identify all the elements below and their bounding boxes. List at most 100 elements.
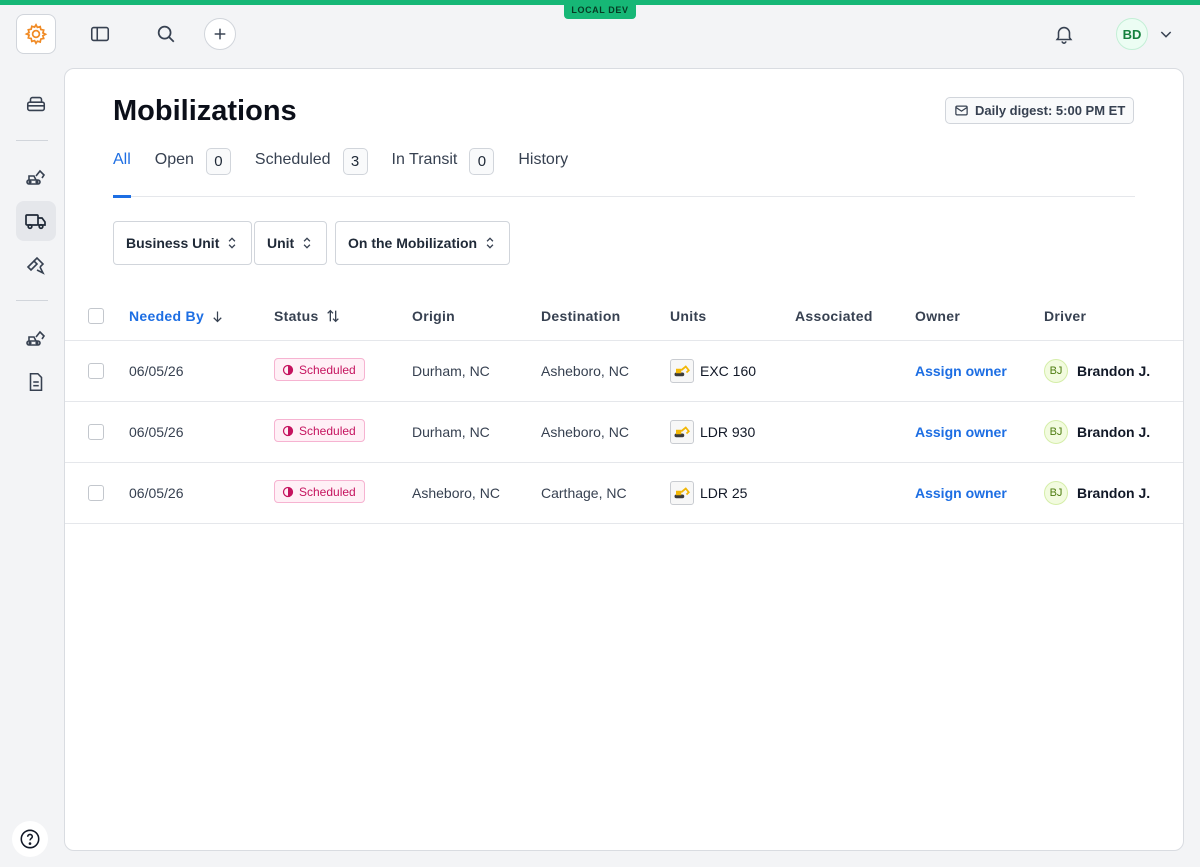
table-header: Needed By Status Origin Destination Unit… [65,291,1183,341]
sidebar-item-documents[interactable] [16,362,56,402]
bell-icon [1055,26,1073,44]
search-icon [157,25,175,43]
document-icon [29,372,43,392]
tab-all[interactable]: All [113,151,131,198]
assign-owner-link[interactable]: Assign owner [915,363,1007,379]
status-label: Scheduled [299,484,356,499]
column-driver[interactable]: Driver [1044,308,1086,324]
sidebar-item-equipment[interactable] [16,157,56,197]
row-checkbox[interactable] [88,363,104,379]
driver-name: Brandon J. [1077,424,1151,440]
page-title: Mobilizations [113,95,297,127]
sidebar-divider [16,140,48,141]
tab-open[interactable]: Open 0 [154,147,231,197]
gear-logo-icon [24,23,48,45]
search-button[interactable] [150,18,182,50]
plus-icon [214,28,226,40]
chevron-up-down-icon [486,237,494,249]
status-badge: Scheduled [274,419,365,442]
daily-digest-label: Daily digest: 5:00 PM ET [975,103,1126,118]
column-label: Needed By [129,308,205,324]
chevron-up-down-icon [228,237,236,249]
arrow-down-icon [213,311,222,322]
table-row[interactable]: 06/05/26 Scheduled Durham, NC Asheboro, … [65,402,1183,463]
chevron-up-down-icon [303,237,311,249]
status-badge: Scheduled [274,480,365,503]
sidebar-divider [16,300,48,301]
column-destination[interactable]: Destination [541,308,621,324]
sidebar-item-mobilizations[interactable] [16,201,56,241]
assign-owner-link[interactable]: Assign owner [915,485,1007,501]
status-label: Scheduled [299,362,356,377]
chevron-down-icon [1160,31,1172,38]
status-tabs: All Open 0 Scheduled 3 In Transit 0 Hist… [113,147,1135,198]
daily-digest-button[interactable]: Daily digest: 5:00 PM ET [945,97,1135,124]
unit-cell[interactable]: LDR 930 [670,420,755,444]
table-row[interactable]: 06/05/26 Scheduled Durham, NC Asheboro, … [65,341,1183,402]
assign-owner-link[interactable]: Assign owner [915,424,1007,440]
column-units[interactable]: Units [670,308,707,324]
table-row[interactable]: 06/05/26 Scheduled Asheboro, NC Carthage… [65,463,1183,524]
sidebar-toggle-button[interactable] [84,18,116,50]
user-avatar[interactable]: BD [1116,18,1148,50]
select-all-checkbox[interactable] [88,308,104,324]
origin-cell: Durham, NC [412,363,490,379]
row-checkbox[interactable] [88,485,104,501]
filter-label: On the Mobilization [348,235,478,251]
destination-cell: Asheboro, NC [541,424,629,440]
unit-label: LDR 930 [700,424,756,440]
tab-count-badge: 0 [469,147,495,175]
destination-cell: Carthage, NC [541,485,627,501]
column-origin[interactable]: Origin [412,308,455,324]
tab-scheduled[interactable]: Scheduled 3 [254,147,368,197]
inventory-icon [26,96,46,112]
row-checkbox[interactable] [88,424,104,440]
truck-icon [25,214,46,230]
status-label: Scheduled [299,423,356,438]
notifications-button[interactable] [1048,18,1080,50]
main-panel: Mobilizations Daily digest: 5:00 PM ET A… [64,68,1184,851]
driver-cell: BJ Brandon J. [1044,359,1150,383]
environment-badge: LOCAL DEV [564,3,636,19]
tools-icon [26,256,45,275]
business-unit-filter[interactable]: Business Unit [113,221,253,265]
column-needed-by[interactable]: Needed By [129,308,225,324]
help-button[interactable] [12,821,48,857]
half-circle-icon [282,364,294,375]
unit-filter[interactable]: Unit [254,221,328,265]
unit-label: EXC 160 [700,363,757,379]
tab-history[interactable]: History [518,151,568,197]
tab-label: All [113,151,131,168]
user-menu-chevron-button[interactable] [1154,22,1178,46]
tab-label: History [518,151,569,168]
origin-cell: Durham, NC [412,424,490,440]
tab-label: Scheduled [254,151,331,168]
driver-cell: BJ Brandon J. [1044,420,1150,444]
needed-by-cell: 06/05/26 [129,424,184,440]
status-badge: Scheduled [274,358,365,381]
driver-name: Brandon J. [1077,485,1151,501]
column-status[interactable]: Status [274,308,341,324]
tab-label: Open [154,151,194,168]
driver-avatar: BJ [1044,420,1068,444]
help-icon [20,829,40,849]
filter-label: Business Unit [126,235,220,251]
sidebar-item-inventory[interactable] [16,84,56,124]
mail-icon [955,105,968,116]
column-associated[interactable]: Associated [795,308,873,324]
add-button[interactable] [204,18,236,50]
excavator-icon [26,169,46,185]
column-owner[interactable]: Owner [915,308,960,324]
sidebar-item-tools[interactable] [16,245,56,285]
unit-cell[interactable]: EXC 160 [670,359,756,383]
unit-cell[interactable]: LDR 25 [670,481,747,505]
sidebar-item-fleet[interactable] [16,318,56,358]
half-circle-icon [282,486,294,497]
excavator-thumbnail-icon [670,359,694,383]
app-logo-button[interactable] [16,14,56,54]
tab-in-transit[interactable]: In Transit 0 [392,147,495,197]
filter-label: Unit [267,235,295,251]
driver-cell: BJ Brandon J. [1044,481,1150,505]
on-the-mobilization-filter[interactable]: On the Mobilization [335,221,511,265]
loader-thumbnail-icon [670,420,694,444]
